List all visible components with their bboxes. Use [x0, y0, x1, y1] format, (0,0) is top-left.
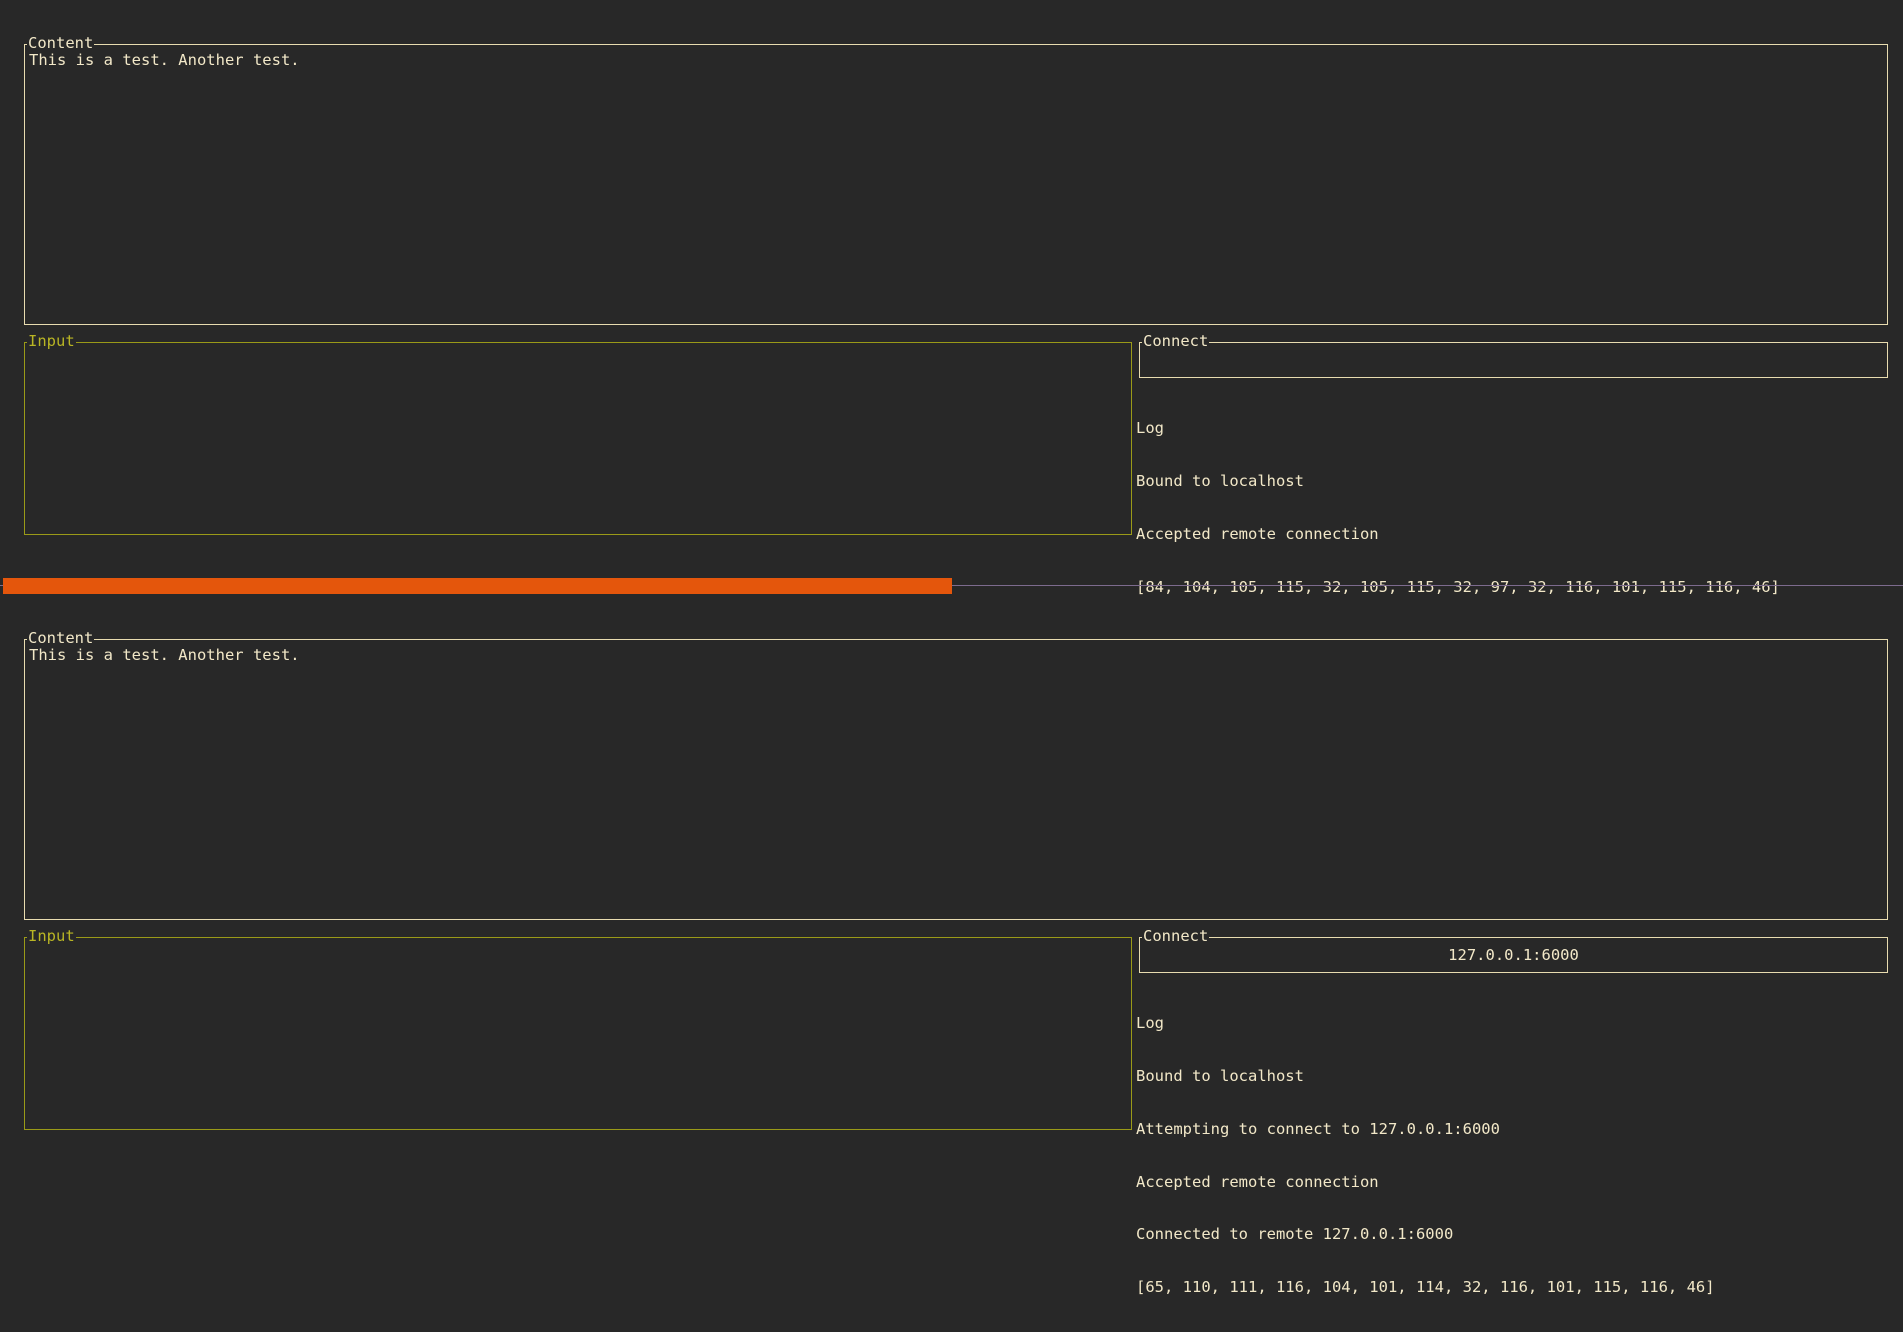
log-line: Attempting to connect to 127.0.0.1:6000 [1136, 1119, 1500, 1138]
content-panel: Content This is a test. Another test. [24, 34, 1888, 325]
log-line: Accepted remote connection [1136, 1172, 1379, 1191]
terminal-pane-top: Content This is a test. Another test. In… [0, 0, 1903, 595]
connect-address[interactable]: 127.0.0.1:6000 [1140, 946, 1887, 964]
input-panel-title: Input [27, 927, 76, 945]
log-title: Log [1136, 419, 1164, 438]
log-panel: Log Bound to localhost Attempting to con… [1136, 980, 1888, 1332]
log-title: Log [1136, 1014, 1164, 1033]
connect-field[interactable]: Connect [1139, 332, 1888, 378]
pane-split-divider[interactable] [0, 577, 1903, 595]
content-text: This is a test. Another test. [29, 646, 300, 664]
divider-drag-handle[interactable] [3, 578, 952, 594]
log-line: Bound to localhost [1136, 471, 1304, 490]
content-text: This is a test. Another test. [29, 51, 300, 69]
content-panel: Content This is a test. Another test. [24, 629, 1888, 920]
terminal-pane-bottom: Content This is a test. Another test. In… [0, 595, 1903, 1296]
connect-field-title: Connect [1142, 332, 1210, 350]
input-panel[interactable]: Input [24, 927, 1132, 1130]
input-panel-title: Input [27, 332, 76, 350]
connect-field-title: Connect [1142, 927, 1210, 945]
input-panel[interactable]: Input [24, 332, 1132, 535]
connect-field[interactable]: Connect 127.0.0.1:6000 [1139, 927, 1888, 973]
content-panel-title: Content [27, 34, 95, 52]
log-line: Bound to localhost [1136, 1066, 1304, 1085]
content-panel-title: Content [27, 629, 95, 647]
log-line: Connected to remote 127.0.0.1:6000 [1136, 1225, 1454, 1244]
log-line: [65, 110, 111, 116, 104, 101, 114, 32, 1… [1136, 1278, 1715, 1297]
log-line: Accepted remote connection [1136, 524, 1379, 543]
